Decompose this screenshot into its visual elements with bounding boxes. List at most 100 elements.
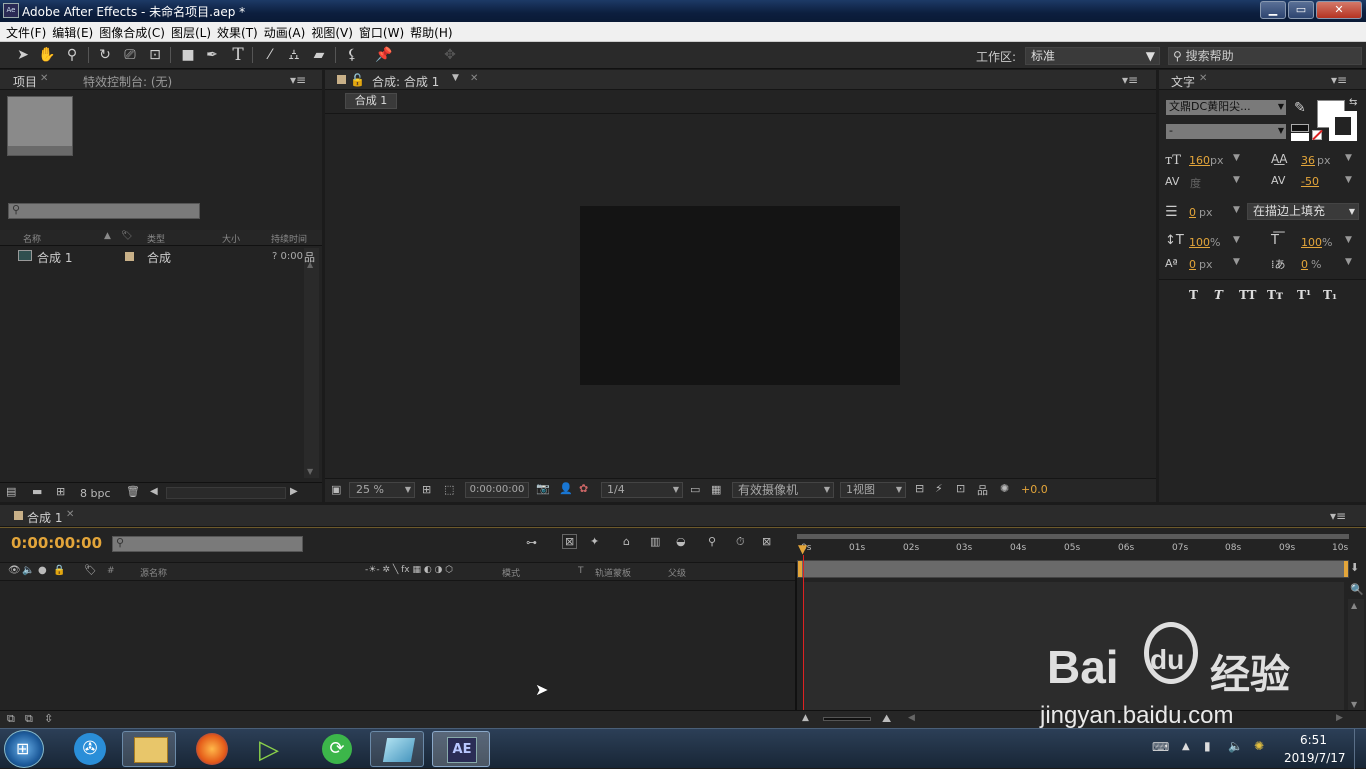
- show-desktop-button[interactable]: [1354, 729, 1366, 769]
- chevron-down-icon[interactable]: ▼: [1233, 257, 1240, 267]
- rectangle-tool-icon[interactable]: ■: [178, 45, 198, 65]
- superscript-button[interactable]: T¹: [1297, 288, 1311, 302]
- tracking-value[interactable]: -50: [1301, 175, 1319, 188]
- chevron-down-icon[interactable]: ▼: [1345, 257, 1352, 267]
- timeline-zoom-slider[interactable]: [823, 717, 871, 721]
- lock-timeline-icon[interactable]: 🔍: [1350, 583, 1364, 596]
- horizontal-scrollbar[interactable]: [166, 487, 286, 499]
- resolution-select[interactable]: 1/4 ▼: [601, 482, 683, 498]
- view-layout-select[interactable]: 1视图 ▼: [840, 482, 906, 498]
- tab-effect-controls[interactable]: 特效控制台: (无): [83, 73, 172, 90]
- close-icon[interactable]: ✕: [66, 509, 74, 520]
- layer-list-area[interactable]: [0, 582, 795, 710]
- current-time-indicator[interactable]: [803, 555, 804, 710]
- mask-visibility-icon[interactable]: ⬚: [444, 483, 454, 496]
- menu-effect[interactable]: 效果(T): [211, 22, 258, 41]
- col-source-name[interactable]: 源名称: [140, 566, 167, 579]
- frame-blending-icon[interactable]: ⌂: [623, 535, 630, 548]
- comp-marker-icon[interactable]: ⬇: [1350, 561, 1359, 574]
- col-type[interactable]: 类型: [147, 232, 165, 245]
- camera-view-select[interactable]: 有效摄像机 ▼: [732, 482, 834, 498]
- live-update-icon[interactable]: ⊠: [762, 535, 771, 548]
- keyboard-icon[interactable]: ⌨: [1152, 740, 1169, 754]
- scroll-right-icon[interactable]: ▶: [290, 486, 298, 497]
- timeline-icon[interactable]: ⊡: [956, 482, 965, 495]
- composition-canvas[interactable]: [580, 206, 900, 385]
- graph-editor-icon[interactable]: ⚲: [708, 535, 716, 548]
- taskbar-app-video[interactable]: ✇: [62, 731, 116, 767]
- col-name[interactable]: 名称: [23, 232, 41, 245]
- kerning-value[interactable]: 度: [1190, 175, 1201, 191]
- chevron-down-icon[interactable]: ▼: [1345, 175, 1352, 185]
- label-tag-icon[interactable]: 🏷: [121, 231, 132, 241]
- start-button[interactable]: ⊞: [4, 730, 44, 768]
- tab-composition[interactable]: 合成: 合成 1: [372, 73, 439, 90]
- project-search-input[interactable]: ⚲: [8, 203, 200, 219]
- taskbar-app-after-effects[interactable]: AE: [432, 731, 490, 767]
- taskbar-app-firefox[interactable]: [184, 731, 238, 767]
- taskbar-app-sync[interactable]: ⟳: [308, 731, 362, 767]
- close-button[interactable]: ✕: [1316, 1, 1362, 19]
- work-area-bar[interactable]: [797, 534, 1349, 539]
- expand-in-out-icon[interactable]: ⇳: [44, 712, 53, 725]
- taskbar-app-notes[interactable]: [370, 731, 424, 767]
- faux-italic-button[interactable]: T: [1214, 288, 1223, 302]
- zoom-in-icon[interactable]: ⛰: [882, 712, 891, 726]
- flowchart-icon[interactable]: 品: [304, 249, 315, 265]
- project-scrollbar[interactable]: ▲ ▼: [304, 248, 319, 478]
- interpret-footage-icon[interactable]: ▤: [6, 485, 16, 498]
- all-caps-button[interactable]: TT: [1239, 288, 1256, 302]
- clock-date[interactable]: 2019/7/17: [1284, 751, 1346, 765]
- close-icon[interactable]: ✕: [40, 73, 48, 84]
- expand-layer-switches-icon[interactable]: ⧉: [7, 712, 15, 726]
- chevron-down-icon[interactable]: ▼: [1233, 153, 1240, 163]
- trash-icon[interactable]: 🗑: [126, 485, 140, 498]
- chevron-down-icon[interactable]: ▼: [452, 73, 459, 83]
- audio-icon[interactable]: 🔈: [22, 565, 34, 576]
- hide-shy-layers-icon[interactable]: ✦: [590, 535, 599, 548]
- volume-icon[interactable]: 🔈: [1228, 739, 1243, 753]
- menu-file[interactable]: 文件(F): [0, 22, 46, 41]
- leading-value[interactable]: 36: [1301, 154, 1315, 167]
- label-tag-icon[interactable]: 🏷: [84, 565, 97, 576]
- panel-menu-icon[interactable]: ▾≡: [1331, 73, 1347, 87]
- camera-tool-icon[interactable]: ⎚: [120, 45, 140, 65]
- clone-stamp-tool-icon[interactable]: ⛼: [284, 45, 304, 65]
- tsume-value[interactable]: 0: [1301, 258, 1308, 271]
- motion-blur-icon[interactable]: ▥: [650, 535, 660, 548]
- chevron-down-icon[interactable]: ▼: [1345, 153, 1352, 163]
- exposure-value[interactable]: +0.0: [1021, 483, 1048, 496]
- battery-icon[interactable]: ▮: [1204, 739, 1211, 753]
- small-caps-button[interactable]: Tт: [1267, 288, 1283, 302]
- stroke-mode-select[interactable]: 在描边上填充 ▼: [1247, 203, 1359, 220]
- project-item-row[interactable]: 合成 1 合成 ? 0:00: [0, 248, 304, 266]
- pan-behind-tool-icon[interactable]: ⊡: [145, 45, 165, 65]
- chevron-down-icon[interactable]: ▼: [1233, 205, 1240, 215]
- zoom-tool-icon[interactable]: ⚲: [62, 45, 82, 65]
- menu-composition[interactable]: 图像合成(C): [93, 22, 165, 41]
- menu-animation[interactable]: 动画(A): [258, 22, 306, 41]
- work-area-start-handle[interactable]: [798, 561, 802, 577]
- font-family-select[interactable]: 文鼎DC黄阳尖... ▼: [1166, 100, 1286, 115]
- chevron-down-icon[interactable]: ▼: [1233, 235, 1240, 245]
- hand-tool-icon[interactable]: ✋: [37, 45, 57, 65]
- stroke-width-value[interactable]: 0: [1189, 206, 1196, 219]
- expand-transfer-controls-icon[interactable]: ⧉: [25, 712, 33, 726]
- rotate-tool-icon[interactable]: ↻: [95, 45, 115, 65]
- work-area-end-handle[interactable]: [1344, 561, 1348, 577]
- draft-3d-icon[interactable]: ⊠: [562, 534, 578, 549]
- menu-edit[interactable]: 编辑(E): [46, 22, 93, 41]
- label-color-swatch[interactable]: [125, 252, 134, 261]
- menu-layer[interactable]: 图层(L): [165, 22, 211, 41]
- puppet-pin-tool-icon[interactable]: 📌: [374, 45, 394, 65]
- work-area-range[interactable]: [797, 560, 1349, 578]
- panel-menu-icon[interactable]: ▾≡: [1330, 509, 1346, 523]
- region-of-interest-icon[interactable]: ▭: [690, 483, 700, 496]
- panel-menu-icon[interactable]: ▾≡: [1122, 73, 1138, 87]
- tab-project[interactable]: 项目: [13, 73, 37, 90]
- panel-menu-icon[interactable]: ▾≡: [290, 73, 306, 87]
- tab-character[interactable]: 文字: [1171, 73, 1195, 90]
- solo-icon[interactable]: ●: [38, 565, 47, 576]
- menu-view[interactable]: 视图(V): [305, 22, 353, 41]
- clock-time[interactable]: 6:51: [1300, 733, 1327, 747]
